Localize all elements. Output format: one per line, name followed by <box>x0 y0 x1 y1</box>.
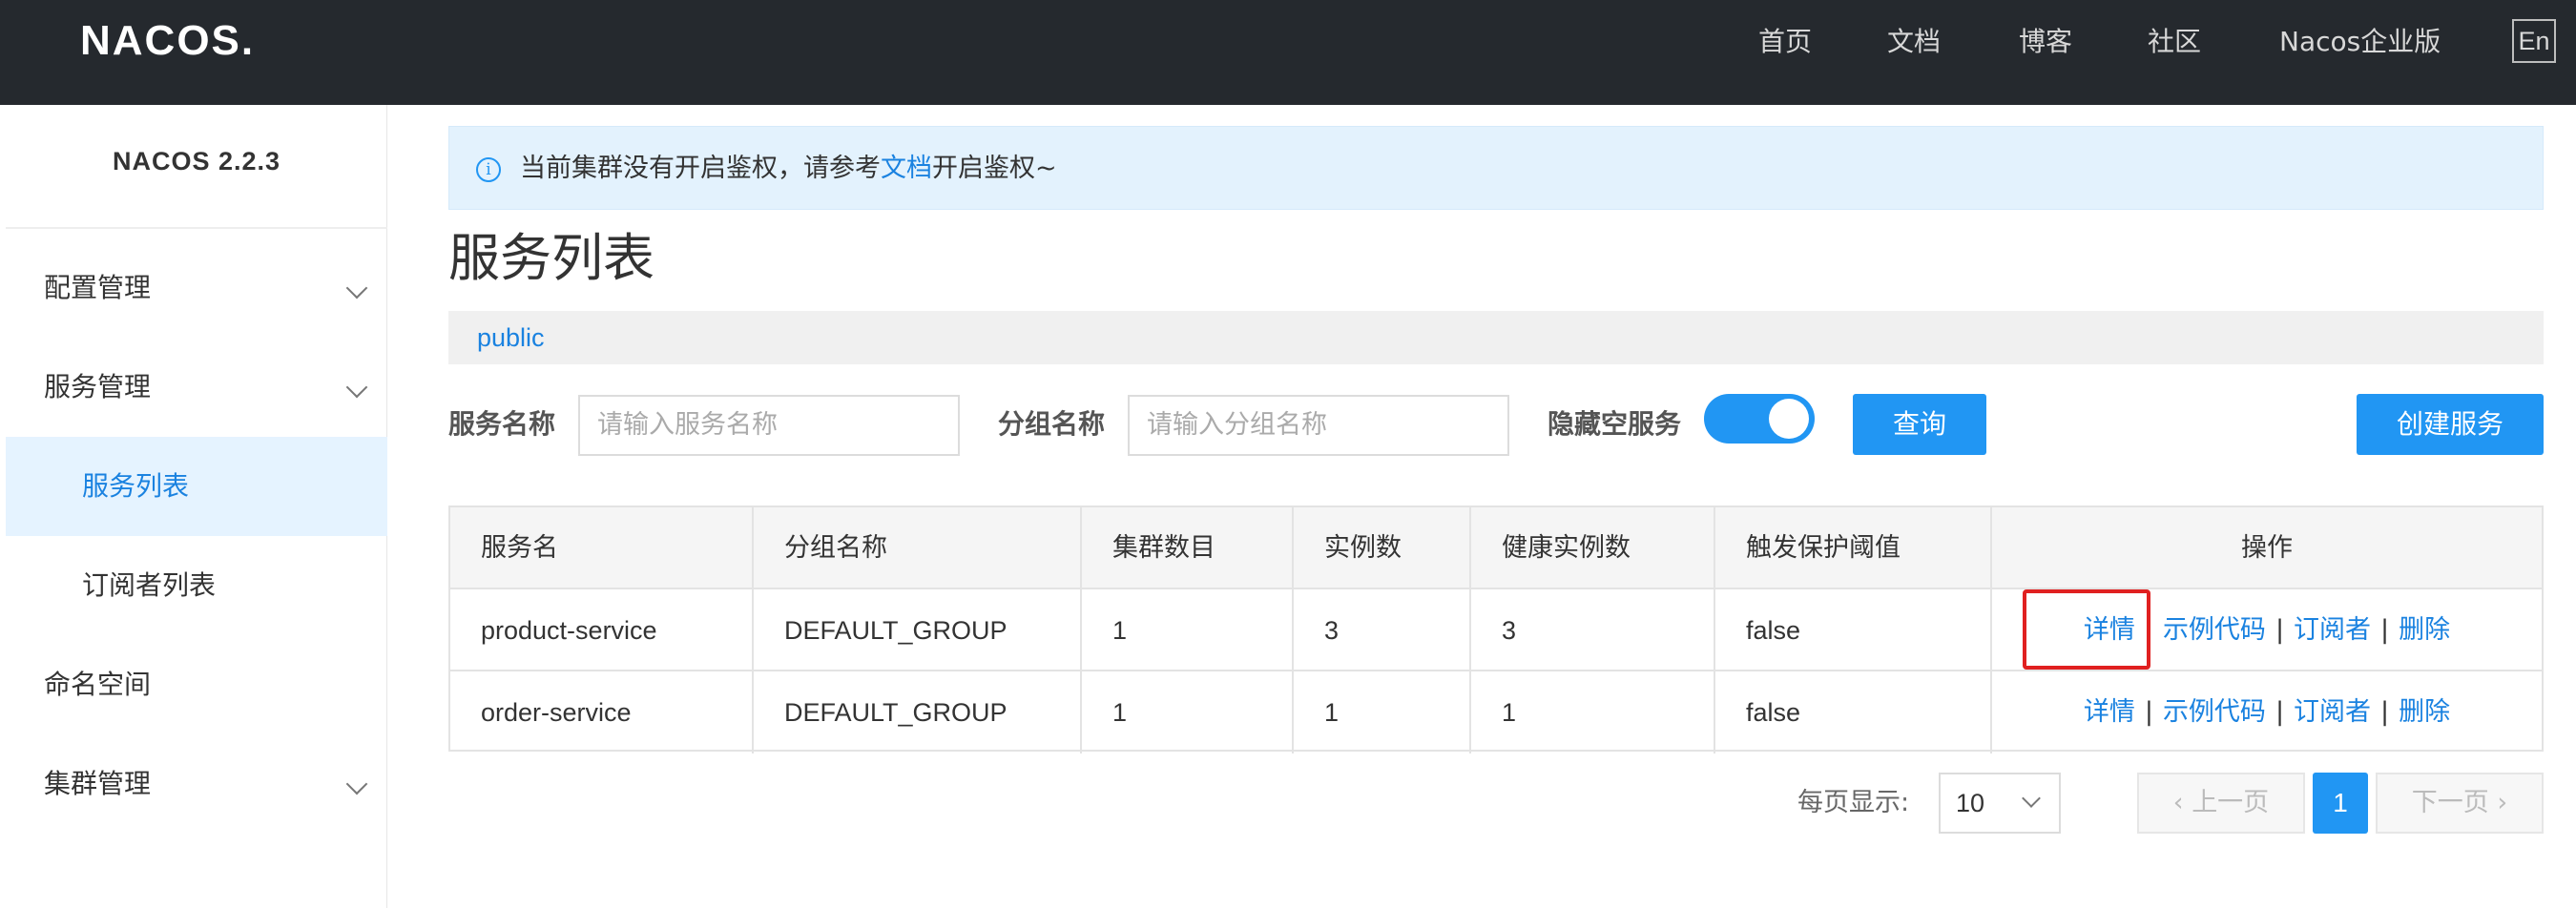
group-name-input[interactable]: 请输入分组名称 <box>1128 395 1509 456</box>
table-header: 服务名 分组名称 集群数目 实例数 健康实例数 触发保护阈值 操作 <box>450 507 2542 589</box>
version-label: NACOS 2.2.3 <box>112 147 281 175</box>
table-cell: false <box>1715 589 1992 671</box>
sidebar-item-label: 集群管理 <box>44 768 152 799</box>
nav-community[interactable]: 社区 <box>2148 19 2201 65</box>
table-cell: 3 <box>1471 589 1715 671</box>
table-cell: 1 <box>1294 671 1471 753</box>
table-cell: DEFAULT_GROUP <box>754 671 1082 753</box>
group-name-label: 分组名称 <box>998 408 1106 440</box>
column-header: 集群数目 <box>1082 507 1294 589</box>
sidebar-item-label: 服务管理 <box>44 371 152 402</box>
page-size-select[interactable]: 10 <box>1939 773 2061 834</box>
sidebar-item-service-management[interactable]: 服务管理 <box>6 338 387 437</box>
sidebar-item-label: 配置管理 <box>44 272 152 303</box>
sidebar-item-label: 订阅者列表 <box>82 569 217 601</box>
sidebar-item-config-management[interactable]: 配置管理 <box>6 238 387 338</box>
sidebar: NACOS 2.2.3 配置管理 服务管理 服务列表 订阅者列表 命名空间 集群… <box>6 105 387 908</box>
page-size-label: 每页显示: <box>1797 788 1910 817</box>
chevron-down-icon <box>2022 789 2041 808</box>
hide-empty-label: 隐藏空服务 <box>1548 408 1682 440</box>
action-separator: | <box>2380 697 2390 727</box>
notice-docs-link[interactable]: 文档 <box>881 154 932 183</box>
info-icon: i <box>476 157 501 182</box>
nav-home[interactable]: 首页 <box>1758 19 1812 65</box>
prev-page-label: 上一页 <box>2192 788 2270 817</box>
create-service-button[interactable]: 创建服务 <box>2357 394 2544 455</box>
notice-text-after: 开启鉴权~ <box>932 154 1057 183</box>
sidebar-item-label: 命名空间 <box>44 669 152 700</box>
page-title: 服务列表 <box>448 228 654 288</box>
delete-link[interactable]: 删除 <box>2399 697 2450 727</box>
delete-link[interactable]: 删除 <box>2399 615 2450 645</box>
action-separator: | <box>2144 697 2153 727</box>
nacos-logo[interactable]: NACOS. <box>80 17 255 74</box>
row-actions: 详情 | 示例代码 | 订阅者 | 删除 <box>1992 671 2542 753</box>
table-cell: 1 <box>1471 671 1715 753</box>
sidebar-item-namespace[interactable]: 命名空间 <box>6 635 387 734</box>
next-page-label: 下一页 <box>2411 788 2489 817</box>
chevron-down-icon <box>345 277 368 299</box>
chevron-down-icon <box>345 376 368 399</box>
auth-notice-banner: i 当前集群没有开启鉴权，请参考文档开启鉴权~ <box>448 126 2544 210</box>
toggle-knob <box>1769 399 1809 439</box>
sidebar-divider <box>6 227 387 229</box>
action-separator: | <box>2275 697 2285 727</box>
page-size-value: 10 <box>1956 789 1985 817</box>
table-cell: DEFAULT_GROUP <box>754 589 1082 671</box>
column-header: 触发保护阈值 <box>1715 507 1992 589</box>
table-cell: product-service <box>450 589 754 671</box>
column-header: 实例数 <box>1294 507 1471 589</box>
table-cell: 1 <box>1082 671 1294 753</box>
highlight-box <box>2023 589 2150 670</box>
detail-link[interactable]: 详情 <box>2084 697 2135 727</box>
table-cell: 1 <box>1082 589 1294 671</box>
subscribers-link[interactable]: 订阅者 <box>2294 615 2371 645</box>
sample-code-link[interactable]: 示例代码 <box>2163 615 2266 645</box>
nav-blog[interactable]: 博客 <box>2019 19 2072 65</box>
service-name-label: 服务名称 <box>448 408 556 440</box>
query-button[interactable]: 查询 <box>1853 394 1986 455</box>
nav-enterprise[interactable]: Nacos企业版 <box>2279 19 2441 65</box>
next-page-button[interactable]: 下一页 › <box>2376 773 2544 834</box>
namespace-bar: public <box>448 311 2544 364</box>
sidebar-item-service-list[interactable]: 服务列表 <box>6 437 387 536</box>
namespace-public[interactable]: public <box>477 319 545 357</box>
service-table: 服务名 分组名称 集群数目 实例数 健康实例数 触发保护阈值 操作 produc… <box>448 506 2544 753</box>
sample-code-link[interactable]: 示例代码 <box>2163 697 2266 727</box>
subscribers-link[interactable]: 订阅者 <box>2294 697 2371 727</box>
table-cell: 3 <box>1294 589 1471 671</box>
column-header: 服务名 <box>450 507 754 589</box>
table-cell: false <box>1715 671 1992 753</box>
service-name-input[interactable]: 请输入服务名称 <box>578 395 960 456</box>
nav-docs[interactable]: 文档 <box>1887 19 1941 65</box>
column-header: 分组名称 <box>754 507 1082 589</box>
language-toggle-button[interactable]: En <box>2512 19 2556 63</box>
table-row: order-service DEFAULT_GROUP 1 1 1 false … <box>450 671 2542 753</box>
table-cell: order-service <box>450 671 754 753</box>
notice-text: 当前集群没有开启鉴权，请参考文档开启鉴权~ <box>520 150 1057 188</box>
column-header: 健康实例数 <box>1471 507 1715 589</box>
notice-text-before: 当前集群没有开启鉴权，请参考 <box>520 154 881 183</box>
sidebar-item-cluster-management[interactable]: 集群管理 <box>6 734 387 834</box>
hide-empty-toggle[interactable] <box>1704 394 1815 444</box>
sidebar-item-label: 服务列表 <box>82 470 190 502</box>
current-page-button[interactable]: 1 <box>2313 773 2368 834</box>
column-header: 操作 <box>2241 533 2293 563</box>
top-navbar: NACOS. 首页 文档 博客 社区 Nacos企业版 En <box>0 0 2576 105</box>
action-separator: | <box>2275 615 2285 645</box>
sidebar-item-subscriber-list[interactable]: 订阅者列表 <box>6 536 387 635</box>
table-row: product-service DEFAULT_GROUP 1 3 3 fals… <box>450 589 2542 671</box>
prev-page-button[interactable]: ‹ 上一页 <box>2137 773 2305 834</box>
action-separator: | <box>2380 615 2390 645</box>
chevron-down-icon <box>345 773 368 795</box>
